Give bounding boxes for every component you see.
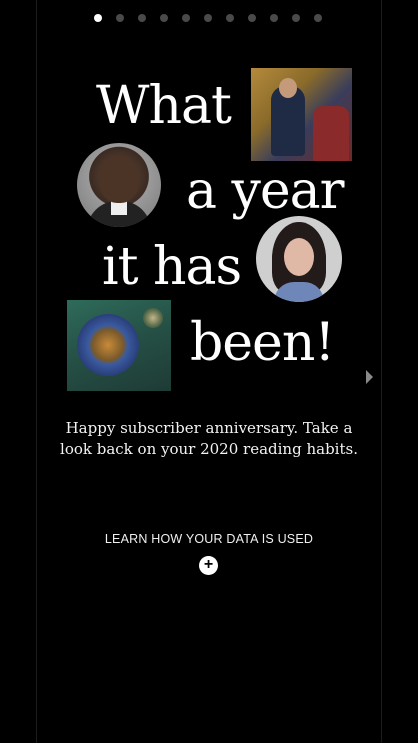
progress-dot-8[interactable] [248, 14, 256, 22]
story-progress-dots [94, 14, 322, 22]
progress-dot-7[interactable] [226, 14, 234, 22]
chevron-right-icon[interactable] [366, 370, 373, 384]
progress-dot-10[interactable] [292, 14, 300, 22]
headline-word-what: What [96, 76, 232, 136]
progress-dot-1[interactable] [94, 14, 102, 22]
anniversary-subtitle: Happy subscriber anniversary. Take a loo… [60, 419, 358, 458]
progress-dot-3[interactable] [138, 14, 146, 22]
photo-portrait-woman [256, 216, 342, 302]
progress-dot-5[interactable] [182, 14, 190, 22]
headline-word-a-year: a year [186, 161, 345, 221]
photo-portrait-man [77, 143, 161, 227]
learn-data-usage-link[interactable]: LEARN HOW YOUR DATA IS USED [60, 532, 358, 546]
photo-politician-podium [251, 68, 352, 161]
progress-dot-4[interactable] [160, 14, 168, 22]
plus-icon[interactable]: + [199, 556, 218, 575]
headline-word-been: been! [190, 313, 335, 373]
progress-dot-11[interactable] [314, 14, 322, 22]
headline-word-it-has: it has [102, 237, 242, 297]
progress-dot-2[interactable] [116, 14, 124, 22]
progress-dot-9[interactable] [270, 14, 278, 22]
photo-food-plate [67, 300, 171, 391]
progress-dot-6[interactable] [204, 14, 212, 22]
